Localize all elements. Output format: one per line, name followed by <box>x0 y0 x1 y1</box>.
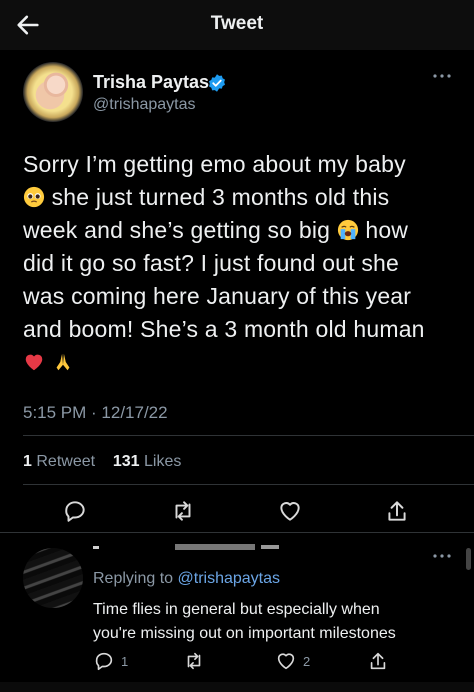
retweets-count: 1 <box>23 453 32 470</box>
reply-reply-count: 1 <box>121 653 129 669</box>
retweet-icon <box>187 652 201 670</box>
share-icon <box>370 652 386 670</box>
tweet-date: 12/17/22 <box>101 403 168 422</box>
timestamp-separator: · <box>86 403 102 422</box>
pleading-face-emoji <box>23 186 45 208</box>
tweet-line: week and she’s getting so big <box>23 217 331 243</box>
bottom-edge <box>0 682 474 692</box>
reply-retweet-button[interactable] <box>183 650 205 672</box>
divider <box>23 484 474 485</box>
reply-icon[interactable] <box>62 498 88 524</box>
like-icon[interactable] <box>277 498 303 524</box>
share-icon[interactable] <box>384 498 410 524</box>
tweet-line: was coming here January of this year <box>23 283 412 309</box>
reply-reply-button[interactable]: 1 <box>93 650 128 672</box>
more-horizontal-icon[interactable] <box>430 550 454 562</box>
tweet-line: did it go so fast? I just found out she <box>23 250 400 276</box>
retweet-icon[interactable] <box>170 498 196 524</box>
page-title: Tweet <box>210 13 264 34</box>
replying-to-prefix: Replying to <box>93 570 178 587</box>
likes-label: Likes <box>144 453 182 470</box>
verified-badge-icon <box>209 74 225 92</box>
folded-hands-emoji <box>56 353 70 371</box>
tweet-timestamp[interactable]: 5:15 PM · 12/17/22 <box>23 403 168 423</box>
reply-share-button[interactable] <box>367 650 389 672</box>
likes-count: 131 <box>112 453 140 470</box>
redacted-reply-author <box>93 544 279 550</box>
replying-to: Replying to @trishapaytas <box>93 570 280 588</box>
reply-text: Time flies in general but especially whe… <box>93 598 396 646</box>
reply-icon <box>95 652 113 671</box>
reply-like-button[interactable]: 2 <box>275 650 310 672</box>
tweet-line: how <box>365 217 409 243</box>
tweet-line: Sorry I’m getting emo about my baby <box>23 151 406 177</box>
red-heart-emoji <box>25 354 43 371</box>
reply-line: Time flies in general but especially whe… <box>93 601 380 618</box>
tweet-stats: 1 Retweet 131 Likes <box>23 453 181 471</box>
reply-like-count: 2 <box>303 653 311 669</box>
reply-line: you're missing out on important mileston… <box>93 625 396 642</box>
retweets-stat[interactable]: 1 Retweet <box>23 453 95 470</box>
tweet-time: 5:15 PM <box>23 403 87 422</box>
loudly-crying-face-emoji <box>337 219 358 241</box>
like-icon <box>277 653 295 670</box>
tweet-line: she just turned 3 months old this <box>51 184 390 210</box>
replying-to-handle[interactable]: @trishapaytas <box>178 570 281 587</box>
more-horizontal-icon[interactable] <box>430 70 454 82</box>
author-name[interactable]: Trisha Paytas <box>93 72 209 93</box>
tweet-line: and boom! She’s a 3 month old human <box>23 316 425 342</box>
likes-stat[interactable]: 131 Likes <box>113 453 182 470</box>
tweet-text: Sorry I’m getting emo about my baby she … <box>23 148 463 379</box>
author-avatar[interactable] <box>23 62 83 122</box>
reply-avatar[interactable] <box>23 548 83 608</box>
author-handle[interactable]: @trishapaytas <box>93 96 196 114</box>
scrollbar[interactable] <box>466 548 471 570</box>
divider <box>23 435 474 436</box>
retweets-label: Retweet <box>36 453 96 470</box>
divider <box>0 532 474 533</box>
